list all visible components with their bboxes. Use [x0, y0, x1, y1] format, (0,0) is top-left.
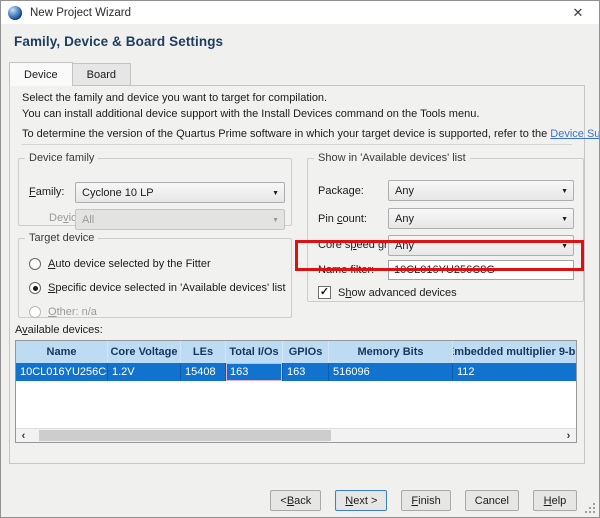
title-bar: New Project Wizard ✕: [1, 1, 599, 24]
scrollbar-thumb[interactable]: [39, 430, 331, 441]
scroll-right-icon[interactable]: ›: [561, 429, 576, 442]
next-button[interactable]: Next >: [335, 490, 387, 511]
intro-line-2: You can install additional device suppor…: [22, 108, 479, 120]
horizontal-scrollbar[interactable]: ‹ ›: [16, 428, 576, 442]
intro-line-3: To determine the version of the Quartus …: [22, 128, 600, 140]
help-button[interactable]: Help: [533, 490, 577, 511]
family-combobox-value: Cyclone 10 LP: [82, 187, 154, 199]
device-family-group: Device family Family: Cyclone 10 LP ▼ De…: [18, 152, 292, 226]
radio-other-label: Other: n/a: [48, 306, 97, 318]
radio-disabled-icon: [29, 306, 41, 318]
cell-core-voltage[interactable]: 1.2V: [107, 363, 180, 381]
radio-icon: [29, 258, 41, 270]
table-header-row: Name Core Voltage LEs Total I/Os GPIOs M…: [16, 341, 576, 363]
table-row-selected[interactable]: 10CL016YU256C8G 1.2V 15408 163 163 51609…: [16, 363, 576, 381]
device-combobox: All ▼: [75, 209, 285, 230]
page-title: Family, Device & Board Settings: [14, 34, 223, 49]
device-combobox-value: All: [82, 214, 94, 226]
dialog-button-bar: < Back Next > Finish Cancel Help: [270, 490, 577, 511]
device-family-legend: Device family: [25, 152, 98, 164]
radio-auto-device-label: Auto device selected by the Fitter: [48, 258, 211, 270]
back-button[interactable]: < Back: [270, 490, 321, 511]
core-speed-grade-combobox-value: Any: [395, 240, 414, 252]
available-devices-table: Name Core Voltage LEs Total I/Os GPIOs M…: [15, 340, 577, 443]
tab-device[interactable]: Device: [9, 62, 73, 86]
cell-gpios[interactable]: 163: [282, 363, 328, 381]
new-project-wizard-dialog: New Project Wizard ✕ Family, Device & Bo…: [0, 0, 600, 518]
show-advanced-devices-checkbox[interactable]: ✓ Show advanced devices: [318, 286, 457, 299]
tab-bar: Device Board: [9, 62, 131, 86]
cell-embedded-multiplier[interactable]: 112: [452, 363, 576, 381]
column-header-embedded-multiplier[interactable]: Embedded multiplier 9-bit: [452, 341, 576, 363]
show-filters-group: Show in 'Available devices' list Package…: [307, 152, 584, 302]
name-filter-input[interactable]: [388, 260, 574, 280]
checkbox-checked-icon: ✓: [318, 286, 331, 299]
intro-line-1: Select the family and device you want to…: [22, 92, 327, 104]
package-label: Package:: [318, 185, 364, 197]
available-devices-label: Available devices:: [15, 324, 103, 336]
radio-specific-device-label: Specific device selected in 'Available d…: [48, 282, 286, 294]
name-filter-label: Name filter:: [318, 264, 374, 276]
column-header-gpios[interactable]: GPIOs: [282, 341, 328, 363]
chevron-down-icon: ▼: [561, 188, 568, 195]
column-header-core-voltage[interactable]: Core Voltage: [107, 341, 180, 363]
package-combobox[interactable]: Any ▼: [388, 180, 574, 201]
chevron-down-icon: ▼: [561, 216, 568, 223]
column-header-les[interactable]: LEs: [180, 341, 225, 363]
quartus-app-icon: [8, 6, 22, 20]
show-advanced-devices-label: Show advanced devices: [338, 287, 457, 299]
column-header-total-ios[interactable]: Total I/Os: [225, 341, 282, 363]
radio-checked-icon: [29, 282, 41, 294]
column-header-name[interactable]: Name: [16, 341, 107, 363]
target-device-legend: Target device: [25, 232, 98, 244]
cell-total-ios[interactable]: 163: [225, 363, 282, 381]
cell-les[interactable]: 15408: [180, 363, 225, 381]
scroll-left-icon[interactable]: ‹: [16, 429, 31, 442]
cell-memory-bits[interactable]: 516096: [328, 363, 452, 381]
family-label: Family:: [29, 186, 64, 198]
chevron-down-icon: ▼: [561, 243, 568, 250]
finish-button[interactable]: Finish: [401, 490, 450, 511]
intro-line-3-text: To determine the version of the Quartus …: [22, 128, 550, 140]
target-device-group: Target device Auto device selected by th…: [18, 232, 292, 318]
chevron-down-icon: ▼: [272, 190, 279, 197]
chevron-down-icon: ▼: [272, 217, 279, 224]
radio-specific-device[interactable]: Specific device selected in 'Available d…: [29, 282, 286, 294]
device-support-list-link[interactable]: Device Support List: [550, 128, 600, 140]
pin-count-label: Pin count:: [318, 213, 367, 225]
tab-board[interactable]: Board: [73, 63, 131, 86]
resize-grip[interactable]: [585, 503, 595, 513]
show-filters-legend: Show in 'Available devices' list: [314, 152, 470, 164]
device-tab-panel: Select the family and device you want to…: [9, 85, 585, 464]
close-icon[interactable]: ✕: [557, 1, 599, 24]
radio-other: Other: n/a: [29, 306, 97, 318]
scrollbar-track[interactable]: [31, 429, 561, 442]
radio-auto-device[interactable]: Auto device selected by the Fitter: [29, 258, 211, 270]
package-combobox-value: Any: [395, 185, 414, 197]
core-speed-grade-combobox[interactable]: Any ▼: [388, 235, 574, 256]
pin-count-combobox-value: Any: [395, 213, 414, 225]
family-combobox[interactable]: Cyclone 10 LP ▼: [75, 182, 285, 203]
pin-count-combobox[interactable]: Any ▼: [388, 208, 574, 229]
column-header-memory-bits[interactable]: Memory Bits: [328, 341, 452, 363]
intro-separator: [22, 144, 572, 145]
cancel-button[interactable]: Cancel: [465, 490, 519, 511]
window-title: New Project Wizard: [30, 7, 131, 19]
cell-name[interactable]: 10CL016YU256C8G: [16, 363, 107, 381]
